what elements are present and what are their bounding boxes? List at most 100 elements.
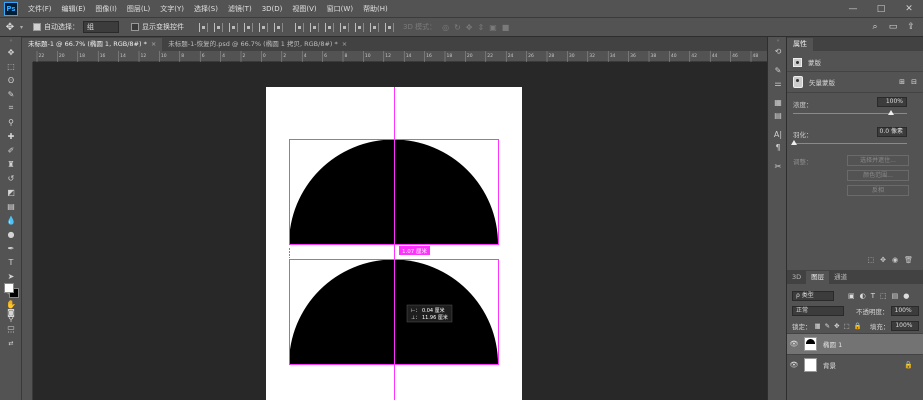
brush-tool-icon[interactable]: ✐ (0, 143, 22, 157)
fill-input[interactable]: 100% (891, 321, 920, 331)
distribute-hcenter-icon[interactable] (355, 22, 365, 32)
filter-toggle-icon[interactable]: ● (903, 292, 909, 300)
3d-slide-icon[interactable]: ⇕ (477, 23, 484, 32)
upper-semicircle-shape[interactable] (289, 139, 498, 244)
visibility-icon[interactable]: ◉ (892, 256, 898, 268)
opacity-input[interactable]: 100% (890, 306, 919, 316)
delete-mask-icon[interactable]: 🗑 (904, 256, 913, 268)
marquee-tool-icon[interactable]: ⬚ (0, 59, 22, 73)
add-pixel-mask-icon[interactable]: ⊞ (899, 78, 905, 86)
lock-position-icon[interactable]: ✥ (834, 322, 839, 330)
feather-slider-thumb[interactable] (791, 140, 797, 145)
align-left-icon[interactable] (199, 22, 209, 32)
minimize-icon[interactable]: — (839, 0, 867, 17)
menu-type[interactable]: 文字(Y) (155, 4, 189, 14)
tab-channels[interactable]: 通道 (829, 271, 852, 284)
close-icon[interactable]: ✕ (895, 0, 923, 17)
3d-pan-icon[interactable]: ✥ (466, 23, 473, 32)
layer-row[interactable]: 👁 椭圆 1 (787, 333, 923, 354)
search-icon[interactable]: ⌕ (869, 21, 881, 33)
filter-pixel-icon[interactable]: ▣ (848, 292, 855, 300)
menu-edit[interactable]: 编辑(E) (57, 4, 91, 14)
pen-tool-icon[interactable]: ✒ (0, 241, 22, 255)
move-tool-icon[interactable]: ✥ (0, 22, 20, 33)
history-brush-tool-icon[interactable]: ↺ (0, 171, 22, 185)
align-top-icon[interactable] (244, 22, 254, 32)
lock-artboard-icon[interactable]: ⬚ (844, 322, 850, 330)
filter-type-icon[interactable]: T (871, 292, 875, 300)
gradient-tool-icon[interactable]: ▤ (0, 199, 22, 213)
share-icon[interactable]: ⇪ (905, 21, 917, 33)
lock-pixels-icon[interactable]: ✎ (825, 322, 830, 330)
eye-icon[interactable]: 👁 (787, 361, 801, 369)
auto-select-dropdown[interactable]: 组 (83, 21, 120, 33)
move-tool-icon[interactable]: ✥ (0, 45, 22, 59)
tab-3d[interactable]: 3D (787, 271, 806, 284)
eyedropper-tool-icon[interactable]: ⚲ (0, 115, 22, 129)
type-tool-icon[interactable]: T (0, 255, 22, 269)
apply-mask-icon[interactable]: ✥ (880, 256, 886, 268)
canvas-area[interactable]: 1.07 厘米 ⊢： 0.04 厘米 ⊥： 11.96 厘米 (33, 62, 767, 400)
menu-select[interactable]: 选择(S) (189, 4, 223, 14)
3d-roll-icon[interactable]: ↻ (454, 23, 461, 32)
healing-brush-tool-icon[interactable]: ✚ (0, 129, 22, 143)
align-vcenter-icon[interactable] (259, 22, 269, 32)
filter-adjustment-icon[interactable]: ◐ (860, 292, 866, 300)
dodge-tool-icon[interactable]: ● (0, 227, 22, 241)
filter-smart-icon[interactable]: ▤ (892, 292, 899, 300)
distribute-vcenter-icon[interactable] (310, 22, 320, 32)
menu-layer[interactable]: 图层(L) (122, 4, 155, 14)
auto-align-icon[interactable] (385, 22, 395, 32)
lower-semicircle-shape[interactable] (289, 259, 498, 364)
paragraph-panel-icon[interactable]: ¶ (768, 141, 788, 154)
libraries-panel-icon[interactable]: ▦ (768, 96, 788, 109)
adjustments-panel-icon[interactable]: ✎ (768, 64, 788, 77)
swap-colors-icon[interactable]: ⇄ (0, 339, 22, 347)
history-panel-icon[interactable]: ⟲ (768, 45, 788, 58)
workspace-icon[interactable]: ▭ (887, 21, 899, 33)
collapse-icon[interactable]: » (0, 37, 22, 45)
show-transform-checkbox[interactable] (131, 23, 140, 31)
tab-document-2[interactable]: 未标题-1-恢复的.psd @ 66.7% (椭圆 1 拷贝, RGB/8#) … (162, 38, 353, 51)
maximize-icon[interactable]: □ (867, 0, 895, 17)
invert-button[interactable]: 反相 (847, 185, 909, 196)
color-range-button[interactable]: 颜色范围... (847, 170, 909, 181)
close-icon[interactable]: × (342, 40, 347, 48)
menu-help[interactable]: 帮助(H) (358, 4, 393, 14)
collapse-icon[interactable]: « (768, 37, 788, 45)
density-input[interactable]: 100% (877, 97, 907, 107)
distribute-right-icon[interactable] (370, 22, 380, 32)
select-and-mask-button[interactable]: 选择并遮住... (847, 155, 909, 166)
layer-name[interactable]: 背景 (823, 360, 836, 370)
tool-presets-icon[interactable]: ✂ (768, 160, 788, 173)
load-selection-icon[interactable]: ⬚ (868, 256, 875, 268)
blur-tool-icon[interactable]: 💧 (0, 213, 22, 227)
tab-properties[interactable]: 属性 (787, 38, 813, 51)
tab-document-1[interactable]: 未标题-1 @ 66.7% (椭圆 1, RGB/8#) * × (22, 38, 163, 51)
feather-input[interactable]: 0.0 像素 (877, 127, 907, 137)
quick-select-tool-icon[interactable]: ✎ (0, 87, 22, 101)
lasso-tool-icon[interactable]: ʘ (0, 73, 22, 87)
align-bottom-icon[interactable] (274, 22, 284, 32)
eye-icon[interactable]: 👁 (787, 340, 801, 348)
3d-orbit-icon[interactable]: ◎ (442, 23, 449, 32)
menu-3d[interactable]: 3D(D) (257, 5, 288, 13)
lock-transparent-icon[interactable]: ▦ (815, 322, 821, 330)
density-slider-thumb[interactable] (888, 110, 894, 115)
chevron-down-icon[interactable]: ▾ (20, 24, 23, 31)
vertical-ruler[interactable] (22, 62, 33, 400)
layer-row[interactable]: 👁 背景 🔒 (787, 354, 923, 375)
add-vector-mask-icon[interactable]: ⊟ (911, 78, 917, 86)
menu-view[interactable]: 视图(V) (287, 4, 321, 14)
auto-select-checkbox[interactable] (33, 23, 42, 31)
feather-slider-track[interactable] (793, 143, 907, 144)
layer-name[interactable]: 椭圆 1 (823, 339, 842, 349)
menu-filter[interactable]: 滤镜(T) (223, 4, 257, 14)
distribute-top-icon[interactable] (295, 22, 305, 32)
align-right-icon[interactable] (229, 22, 239, 32)
lock-all-icon[interactable]: 🔒 (854, 322, 862, 330)
path-select-tool-icon[interactable]: ➤ (0, 269, 22, 283)
swatches-panel-icon[interactable]: ▤ (768, 109, 788, 122)
3d-camera-icon[interactable]: ■ (502, 23, 510, 32)
clone-stamp-tool-icon[interactable]: ♜ (0, 157, 22, 171)
